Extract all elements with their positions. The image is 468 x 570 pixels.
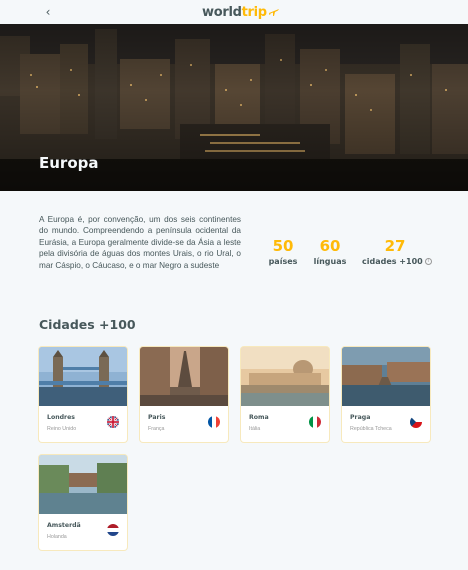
continent-title: Europa (39, 154, 99, 172)
uk-flag-icon (107, 416, 119, 428)
city-country: Reino Unido (47, 426, 77, 432)
chevron-left-icon: ‹ (45, 5, 51, 19)
airplane-icon (268, 9, 279, 16)
stat-value: 50 (272, 237, 294, 255)
city-card-amsterda[interactable]: Amsterdã Holanda (39, 455, 127, 550)
czech-flag-icon (410, 416, 422, 428)
netherlands-flag-icon (107, 524, 119, 536)
city-name: Paris (148, 414, 166, 421)
back-button[interactable]: ‹ (40, 4, 56, 20)
city-name: Londres (47, 414, 75, 421)
logo[interactable]: world trip (202, 2, 280, 22)
italy-flag-icon (309, 416, 321, 428)
continent-banner: Europa (0, 24, 468, 191)
city-card-praga[interactable]: Praga República Tcheca (342, 347, 430, 442)
city-country: Holanda (47, 534, 67, 540)
city-card-londres[interactable]: Londres Reino Unido (39, 347, 127, 442)
prague-photo (342, 347, 430, 406)
stat-countries: 50 países (266, 236, 300, 268)
info-icon[interactable]: i (424, 258, 432, 265)
continent-description: A Europa é, por convenção, um dos seis c… (39, 215, 241, 270)
rome-photo (241, 347, 329, 406)
top-bar: ‹ world trip (0, 0, 468, 24)
france-flag-icon (208, 416, 220, 428)
city-name: Amsterdã (47, 522, 81, 529)
city-name: Roma (249, 414, 269, 421)
stat-value: 27 (384, 237, 406, 255)
stat-label: cidades +100 (362, 257, 423, 266)
paris-photo (140, 347, 228, 406)
city-card-paris[interactable]: Paris França (140, 347, 228, 442)
stat-label: línguas (313, 257, 347, 266)
city-country: República Tcheca (350, 426, 392, 432)
stat-label: países (268, 257, 298, 266)
stat-value: 60 (319, 237, 341, 255)
london-photo (39, 347, 127, 406)
stat-languages: 60 línguas (312, 236, 348, 268)
city-country: Itália (249, 426, 261, 432)
logo-world-text: world (202, 4, 242, 20)
city-name: Praga (350, 414, 371, 421)
stat-label-wrap: cidades +100 i (362, 256, 432, 268)
stat-cities: 27 cidades +100 i (362, 236, 432, 268)
amsterdam-photo (39, 455, 127, 514)
city-card-roma[interactable]: Roma Itália (241, 347, 329, 442)
logo-trip-text: trip (241, 4, 267, 20)
city-country: França (148, 426, 165, 432)
cities-section-title: Cidades +100 (39, 317, 136, 332)
